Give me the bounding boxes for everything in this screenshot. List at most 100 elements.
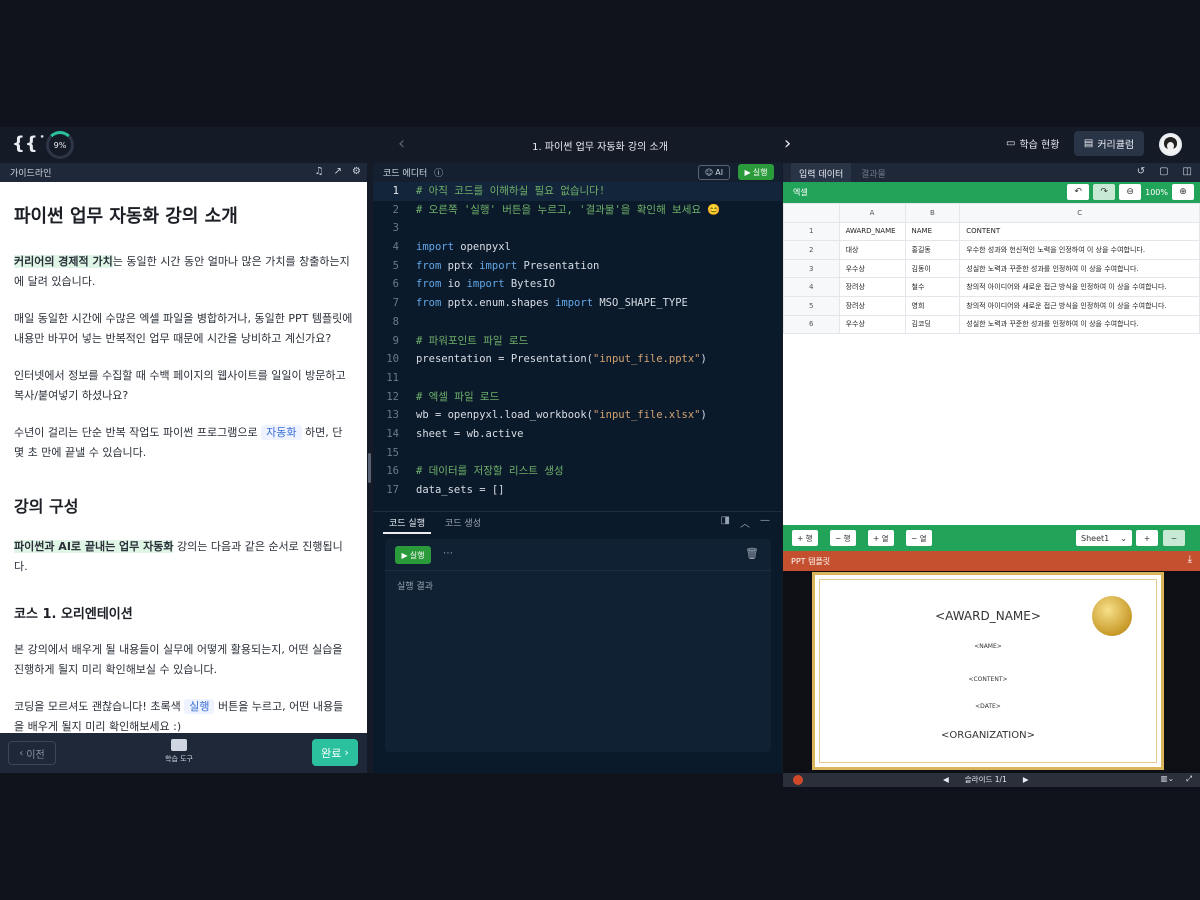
exec-run-button[interactable]: ▶ 실행: [395, 546, 431, 564]
row-number[interactable]: 6: [783, 314, 840, 335]
trash-icon[interactable]: 🗑: [745, 547, 759, 560]
code-text: data_sets = []: [416, 484, 505, 496]
next-slide-icon[interactable]: ▶: [1023, 775, 1029, 784]
table-cell[interactable]: 우수상: [838, 314, 906, 335]
code-line: 9 # 파워포인트 파일 로드: [373, 332, 782, 351]
divider: [385, 570, 771, 571]
code-text: wb = openpyxl.load_workbook("input_file.…: [416, 409, 707, 422]
table-cell[interactable]: 장려상: [838, 277, 906, 297]
tab-code-run[interactable]: 코드 실행: [383, 516, 431, 534]
done-label: 완료: [321, 746, 342, 760]
delete-row-button[interactable]: − 행: [830, 530, 856, 546]
code-line: 7 from pptx.enum.shapes import MSO_SHAPE_…: [373, 294, 782, 313]
section-heading: 강의 구성: [14, 497, 79, 516]
gear-icon[interactable]: ⚙: [352, 166, 361, 177]
add-sheet-button[interactable]: +: [1136, 530, 1158, 546]
delete-sheet-button[interactable]: −: [1163, 530, 1185, 546]
code-line: 11: [373, 369, 782, 388]
download-icon[interactable]: ⤓: [1188, 554, 1192, 565]
zoom-out-icon[interactable]: ⊖: [1119, 184, 1142, 200]
redo-icon[interactable]: ↷: [1093, 184, 1116, 200]
row-number[interactable]: 1: [783, 221, 840, 242]
curriculum-button[interactable]: ▤ 커리큘럼: [1074, 131, 1144, 156]
avatar[interactable]: [1159, 133, 1182, 156]
line-number: 7: [392, 297, 399, 310]
column-header[interactable]: B: [904, 203, 961, 223]
chevron-left-icon: ‹: [19, 747, 24, 759]
add-column-button[interactable]: + 열: [868, 530, 894, 546]
table-cell[interactable]: 장려상: [838, 295, 906, 316]
prev-slide-icon[interactable]: ◀: [943, 775, 949, 784]
table-cell[interactable]: 성실한 노력과 꾸준한 성과를 인정하여 이 상을 수여합니다.: [959, 258, 1200, 279]
table-cell[interactable]: 우수상: [838, 258, 906, 279]
headphones-icon[interactable]: ♫: [315, 166, 324, 177]
chevron-up-icon[interactable]: ︿: [740, 515, 750, 530]
table-cell[interactable]: 영희: [904, 295, 961, 316]
tab-result[interactable]: 결과물: [853, 163, 894, 182]
spreadsheet[interactable]: A B C 1 AWARD_NAME NAME CONTENT 2 대상 홍길동 우수한 성과…: [783, 203, 1200, 525]
row-number[interactable]: 4: [783, 277, 840, 297]
ai-button[interactable]: ☺ AI: [698, 165, 730, 180]
table-cell[interactable]: 김동이: [904, 258, 961, 279]
done-button[interactable]: 완료 ›: [312, 739, 358, 766]
external-link-icon[interactable]: ↗: [334, 166, 342, 177]
table-cell[interactable]: AWARD_NAME: [838, 221, 906, 242]
add-row-button[interactable]: + 행: [792, 530, 818, 546]
table-cell[interactable]: 창의적 아이디어와 새로운 접근 방식을 인정하여 이 상을 수여합니다.: [959, 295, 1200, 316]
cert-award-name: <AWARD_NAME>: [935, 609, 1041, 623]
prev-button[interactable]: ‹ 이전: [8, 741, 56, 765]
logo-icon[interactable]: {{˙: [12, 133, 47, 157]
zoom-in-icon[interactable]: ⊕: [1172, 184, 1194, 200]
next-lesson-icon[interactable]: ›: [784, 133, 791, 154]
fullscreen-icon[interactable]: ⤢: [1186, 774, 1192, 784]
sheet-select[interactable]: Sheet1 ⌄: [1076, 530, 1132, 546]
table-cell[interactable]: 성실한 노력과 꾸준한 성과를 인정하여 이 상을 수여합니다.: [959, 314, 1200, 335]
square-icon[interactable]: ▢: [1159, 166, 1168, 177]
tab-input-data[interactable]: 입력 데이터: [791, 163, 852, 182]
table-cell[interactable]: 홍길동: [904, 240, 961, 260]
table-cell[interactable]: NAME: [904, 221, 961, 242]
view-mode-icon[interactable]: ▥⌄: [1161, 774, 1174, 784]
columns-icon[interactable]: ◫: [1183, 166, 1192, 177]
column-header[interactable]: C: [959, 203, 1200, 223]
learning-tools-button[interactable]: 학습 도구: [165, 739, 193, 764]
row-number[interactable]: 3: [783, 258, 840, 279]
table-cell[interactable]: 김코딩: [904, 314, 961, 335]
more-icon[interactable]: ⋯: [443, 548, 453, 559]
table-cell[interactable]: 창의적 아이디어와 새로운 접근 방식을 인정하여 이 상을 수여합니다.: [959, 277, 1200, 297]
layout-icon[interactable]: ◨: [721, 515, 730, 530]
table-cell[interactable]: 대상: [838, 240, 906, 260]
learning-status-button[interactable]: ▭ 학습 현황: [1006, 136, 1059, 151]
tab-code-gen[interactable]: 코드 생성: [445, 516, 481, 529]
column-header[interactable]: A: [838, 203, 906, 223]
prev-lesson-icon[interactable]: ‹: [398, 133, 405, 154]
undo-icon[interactable]: ↶: [1067, 184, 1090, 200]
row-number[interactable]: 5: [783, 295, 840, 316]
code-line: 14 sheet = wb.active: [373, 425, 782, 444]
sheet-name: Sheet1: [1081, 533, 1110, 543]
app-window: {{˙ 9% ‹ 1. 파이썬 업무 자동화 강의 소개 › ▭ 학습 현황 ▤ 커…: [0, 127, 1200, 787]
code-line: 2 # 오른쪽 '실행' 버튼을 누르고, '결과물'을 확인해 보세요 😊: [373, 201, 782, 220]
table-cell[interactable]: CONTENT: [959, 221, 1200, 242]
tools-label: 학습 도구: [165, 755, 193, 763]
line-number: 10: [386, 353, 399, 366]
delete-column-button[interactable]: − 열: [906, 530, 932, 546]
code-area[interactable]: 1 # 아직 코드를 이해하실 필요 없습니다! 2 # 오른쪽 '실행' 버튼을 누…: [373, 182, 782, 512]
code-text: presentation = Presentation("input_file.…: [416, 353, 707, 366]
minimize-icon[interactable]: —: [760, 515, 770, 530]
line-number: 5: [392, 259, 399, 272]
table-cell[interactable]: 우수한 성과와 헌신적인 노력을 인정하여 이 상을 수여합니다.: [959, 240, 1200, 260]
course-heading: 코스 1. 오리엔테이션: [14, 607, 133, 622]
run-button[interactable]: ▶ 실행: [738, 164, 774, 180]
table-cell[interactable]: 철수: [904, 277, 961, 297]
chevron-right-icon: ›: [344, 746, 349, 759]
row-number[interactable]: 2: [783, 240, 840, 260]
ppt-preview: <AWARD_NAME> <NAME> <CONTENT> <DATE> <OR…: [783, 571, 1200, 773]
zoom-level: 100%: [1145, 187, 1168, 197]
reset-icon[interactable]: ↺: [1137, 166, 1145, 177]
info-icon[interactable]: ⓘ: [434, 169, 443, 179]
line-number: 1: [392, 185, 399, 197]
guide-paragraph: 커리어의 경제적 가치는 동일한 시간 동안 얼마나 많은 가치를 창출하는지에…: [14, 252, 353, 292]
guide-content: 파이썬 업무 자동화 강의 소개 커리어의 경제적 가치는 동일한 시간 동안 …: [0, 182, 367, 733]
